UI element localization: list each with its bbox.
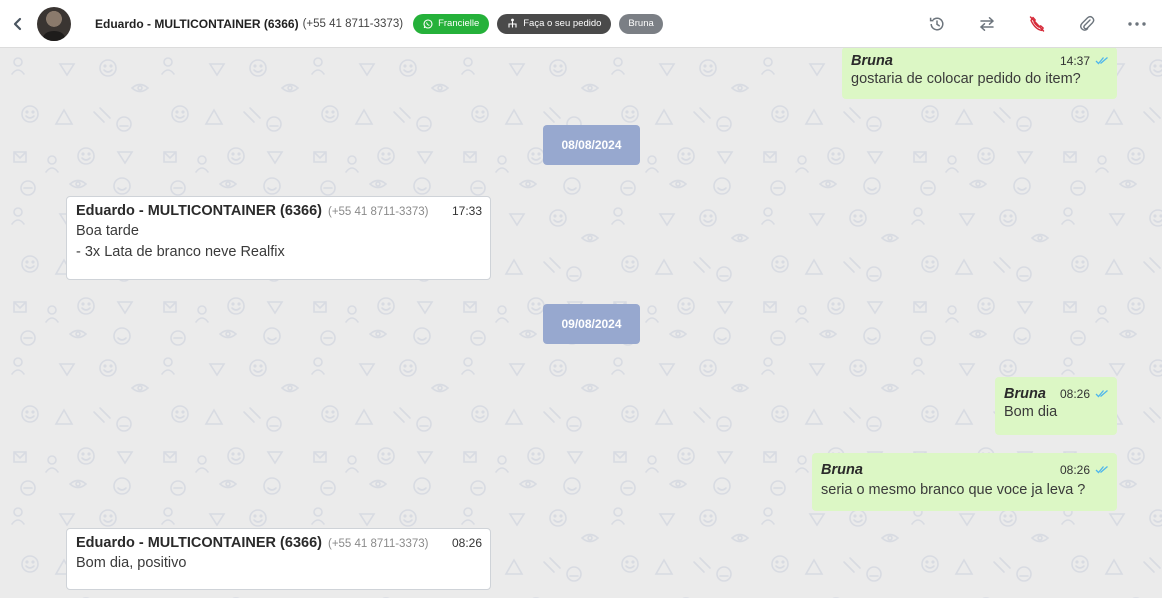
date-separator: 09/08/2024 (543, 304, 640, 344)
message-sender: Bruna (1004, 386, 1046, 402)
tag-flow[interactable]: Faça o seu pedido (497, 13, 612, 34)
message-bubble[interactable]: Bruna 08:26 seria o mesmo branco que voc… (812, 453, 1117, 511)
message-bubble[interactable]: Eduardo - MULTICONTAINER (6366) (+55 41 … (66, 196, 491, 280)
message-sender: Bruna (821, 462, 863, 478)
back-button[interactable] (0, 0, 36, 48)
date-separator: 08/08/2024 (543, 125, 640, 165)
history-button[interactable] (912, 0, 962, 48)
message-header: Eduardo - MULTICONTAINER (6366) (+55 41 … (76, 535, 482, 551)
contact-phone: (+55 41 8711-3373) (302, 17, 404, 30)
whatsapp-icon (423, 18, 433, 29)
header-actions (912, 0, 1162, 48)
tag-label: Faça o seu pedido (523, 18, 602, 29)
more-button[interactable] (1112, 0, 1162, 48)
message-phone: (+55 41 8711-3373) (327, 206, 429, 218)
message-time: 08:26 (451, 536, 482, 550)
flow-icon (508, 18, 517, 28)
message-phone: (+55 41 8711-3373) (327, 538, 429, 550)
message-header: Bruna 14:37 (851, 53, 1109, 69)
message-text: gostaria de colocar pedido do item? (851, 71, 1081, 87)
message-bubble[interactable]: Bruna 08:26 Bom dia (995, 377, 1117, 435)
message-header: Eduardo - MULTICONTAINER (6366) (+55 41 … (76, 203, 482, 219)
chat-header: Eduardo - MULTICONTAINER (6366) (+55 41 … (0, 0, 1162, 48)
end-call-button[interactable] (1012, 0, 1062, 48)
message-header: Bruna 08:26 (1004, 386, 1109, 402)
end-call-icon (1029, 16, 1045, 32)
tag-attendant[interactable]: Francielle (413, 13, 490, 34)
transfer-button[interactable] (962, 0, 1012, 48)
message-sender: Eduardo - MULTICONTAINER (6366) (76, 535, 322, 551)
message-time: 08:26 (1059, 387, 1090, 401)
message-text-line: - 3x Lata de branco neve Realfix (76, 244, 285, 260)
attach-icon (1080, 15, 1095, 31)
transfer-icon (979, 17, 995, 31)
message-time: 17:33 (451, 204, 482, 218)
message-header: Bruna 08:26 (821, 462, 1109, 478)
attach-button[interactable] (1062, 0, 1112, 48)
message-text-line: Boa tarde (76, 223, 139, 239)
read-ticks-icon (1095, 466, 1108, 474)
message-bubble[interactable]: Bruna 14:37 gostaria de colocar pedido d… (842, 48, 1117, 99)
message-text: seria o mesmo branco que voce ja leva ? (821, 482, 1086, 498)
message-bubble[interactable]: Eduardo - MULTICONTAINER (6366) (+55 41 … (66, 528, 491, 590)
message-text-line: Bom dia, positivo (76, 555, 187, 571)
chat-area[interactable]: Bruna 14:37 gostaria de colocar pedido d… (0, 48, 1162, 598)
message-sender: Eduardo - MULTICONTAINER (6366) (76, 203, 322, 219)
tag-label: Bruna (628, 18, 654, 29)
avatar[interactable] (37, 6, 71, 41)
read-ticks-icon (1095, 390, 1108, 398)
message-text: Bom dia (1004, 404, 1058, 420)
chevron-left-icon (13, 17, 22, 30)
message-time: 08:26 (1059, 463, 1090, 477)
tag-label: Francielle (438, 18, 480, 29)
message-sender: Bruna (851, 53, 893, 69)
read-ticks-icon (1095, 57, 1108, 65)
contact-name[interactable]: Eduardo - MULTICONTAINER (6366) (95, 17, 299, 31)
history-icon (929, 17, 944, 31)
tag-user[interactable]: Bruna (619, 13, 663, 34)
more-icon (1128, 22, 1146, 26)
message-time: 14:37 (1059, 54, 1090, 68)
